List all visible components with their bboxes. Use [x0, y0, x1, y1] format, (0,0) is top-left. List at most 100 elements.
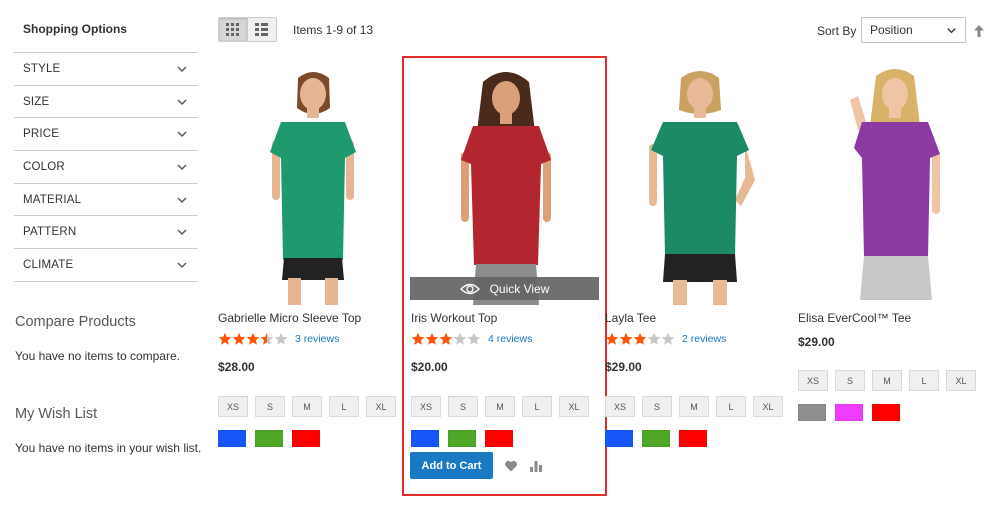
- toolbar-amount: Items 1-9 of 13: [293, 23, 374, 37]
- sort-direction-arrow-icon[interactable]: [973, 24, 985, 38]
- filter-label: STYLE: [23, 62, 61, 75]
- product-actions: Add to Cart: [410, 452, 543, 479]
- view-mode-switcher: [218, 17, 277, 42]
- sort-by-label: Sort By: [817, 24, 857, 38]
- star-icon: [605, 332, 619, 345]
- rating-stars: [218, 332, 288, 346]
- reviews-link[interactable]: 3 reviews: [295, 333, 339, 345]
- chevron-down-icon: [177, 262, 187, 268]
- size-option-l[interactable]: L: [522, 396, 552, 417]
- product-image[interactable]: [605, 60, 795, 305]
- product-photo-figure: [461, 72, 551, 305]
- list-icon: [255, 23, 269, 36]
- sort-by-select[interactable]: Position: [861, 17, 966, 43]
- filter-list: STYLE SIZE PRICE COLOR MATERIAL PATTERN …: [14, 52, 198, 282]
- color-swatch[interactable]: [835, 404, 863, 421]
- color-swatch[interactable]: [605, 430, 633, 447]
- size-option-s[interactable]: S: [835, 370, 865, 391]
- size-option-xs[interactable]: XS: [605, 396, 635, 417]
- rating-stars: [605, 332, 675, 346]
- quick-view-label: Quick View: [489, 281, 550, 296]
- color-swatches: [411, 430, 513, 447]
- size-option-s[interactable]: S: [448, 396, 478, 417]
- product-image[interactable]: [218, 60, 408, 305]
- size-option-xl[interactable]: XL: [559, 396, 589, 417]
- product-name[interactable]: Iris Workout Top: [411, 311, 497, 325]
- product-image[interactable]: [798, 60, 988, 305]
- filter-color[interactable]: COLOR: [14, 151, 198, 184]
- color-swatch[interactable]: [798, 404, 826, 421]
- color-swatch[interactable]: [255, 430, 283, 447]
- compare-chart-icon[interactable]: [529, 459, 543, 473]
- quick-view-button[interactable]: Quick View: [410, 277, 599, 300]
- color-swatch[interactable]: [448, 430, 476, 447]
- filter-pattern[interactable]: PATTERN: [14, 216, 198, 250]
- star-icon: [232, 332, 246, 345]
- size-option-l[interactable]: L: [909, 370, 939, 391]
- size-options: XS S M L XL: [218, 396, 396, 417]
- star-icon: [647, 332, 661, 345]
- size-option-s[interactable]: S: [255, 396, 285, 417]
- size-option-m[interactable]: M: [292, 396, 322, 417]
- filter-label: PATTERN: [23, 226, 77, 239]
- chevron-down-icon: [177, 164, 187, 170]
- star-icon: [453, 332, 467, 345]
- wishlist-title: My Wish List: [15, 406, 98, 422]
- heart-icon[interactable]: [504, 459, 518, 473]
- size-option-l[interactable]: L: [329, 396, 359, 417]
- size-option-m[interactable]: M: [872, 370, 902, 391]
- list-mode-button[interactable]: [247, 17, 277, 42]
- filter-price[interactable]: PRICE: [14, 118, 198, 152]
- product-photo-figure: [270, 72, 356, 305]
- color-swatch[interactable]: [292, 430, 320, 447]
- product-name[interactable]: Layla Tee: [605, 311, 656, 325]
- color-swatch[interactable]: [411, 430, 439, 447]
- shopping-options-title: Shopping Options: [23, 22, 127, 36]
- filter-style[interactable]: STYLE: [14, 53, 198, 86]
- star-icon: [411, 332, 425, 345]
- size-option-xs[interactable]: XS: [798, 370, 828, 391]
- product-rating: 4 reviews: [411, 332, 532, 346]
- chevron-down-icon: [947, 27, 956, 33]
- product-image[interactable]: [411, 60, 601, 305]
- add-to-cart-button[interactable]: Add to Cart: [410, 452, 493, 479]
- chevron-down-icon: [177, 229, 187, 236]
- size-option-xs[interactable]: XS: [218, 396, 248, 417]
- shirt-shape: [461, 126, 551, 265]
- color-swatch[interactable]: [872, 404, 900, 421]
- product-name[interactable]: Gabrielle Micro Sleeve Top: [218, 311, 361, 325]
- size-option-xl[interactable]: XL: [366, 396, 396, 417]
- star-icon: [218, 332, 232, 345]
- chevron-down-icon: [177, 131, 187, 138]
- size-option-l[interactable]: L: [716, 396, 746, 417]
- filter-climate[interactable]: CLIMATE: [14, 249, 198, 282]
- product-name[interactable]: Elisa EverCool™ Tee: [798, 311, 911, 325]
- size-option-m[interactable]: M: [679, 396, 709, 417]
- size-option-m[interactable]: M: [485, 396, 515, 417]
- size-option-xl[interactable]: XL: [753, 396, 783, 417]
- filter-label: COLOR: [23, 160, 65, 173]
- color-swatch[interactable]: [642, 430, 670, 447]
- chevron-down-icon: [177, 66, 187, 72]
- filter-material[interactable]: MATERIAL: [14, 184, 198, 217]
- grid-mode-button[interactable]: [218, 17, 248, 42]
- filter-label: PRICE: [23, 128, 60, 141]
- product-price: $29.00: [798, 335, 835, 349]
- reviews-link[interactable]: 2 reviews: [682, 333, 726, 345]
- grid-icon: [226, 23, 240, 36]
- color-swatch[interactable]: [679, 430, 707, 447]
- wishlist-empty-text: You have no items in your wish list.: [15, 441, 202, 455]
- filter-label: SIZE: [23, 95, 50, 108]
- filter-size[interactable]: SIZE: [14, 86, 198, 119]
- star-icon: [439, 332, 453, 345]
- shirt-shape: [854, 122, 940, 258]
- star-icon: [661, 332, 675, 345]
- reviews-link[interactable]: 4 reviews: [488, 333, 532, 345]
- size-option-s[interactable]: S: [642, 396, 672, 417]
- product-rating: 2 reviews: [605, 332, 726, 346]
- chevron-down-icon: [177, 99, 187, 105]
- color-swatch[interactable]: [485, 430, 513, 447]
- size-option-xl[interactable]: XL: [946, 370, 976, 391]
- size-option-xs[interactable]: XS: [411, 396, 441, 417]
- color-swatch[interactable]: [218, 430, 246, 447]
